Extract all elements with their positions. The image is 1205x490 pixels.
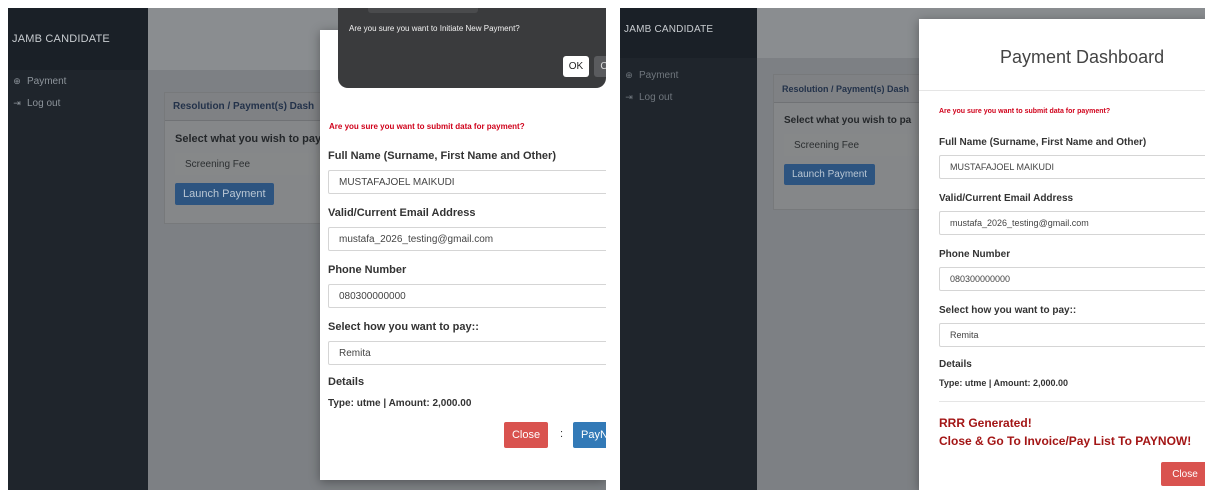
cancel-button[interactable]: C (594, 56, 606, 77)
launch-payment-button[interactable]: Launch Payment (175, 183, 274, 205)
sidebar-item-payment[interactable]: ⊕ Payment (620, 64, 757, 86)
modal-title: Payment Dashboard (1000, 47, 1165, 67)
paynow-instruction-text: Close & Go To Invoice/Pay List To PAYNOW… (939, 434, 1192, 448)
sidebar-item-payment[interactable]: ⊕ Payment (8, 70, 148, 92)
dialog-title-blur (368, 8, 478, 13)
payment-icon: ⊕ (625, 69, 633, 80)
card-title: Resolution / Payment(s) Dash (774, 75, 932, 103)
sidebar-item-label: Log out (639, 91, 673, 103)
full-name-input[interactable]: MUSTAFAJOEL MAIKUDI (939, 155, 1205, 179)
phone-input[interactable]: 080300000000 (939, 267, 1205, 291)
full-name-input[interactable]: MUSTAFAJOEL MAIKUDI (328, 170, 606, 194)
details-divider (939, 401, 1205, 402)
payment-icon: ⊕ (13, 75, 21, 86)
ok-button[interactable]: OK (563, 56, 589, 77)
pay-method-select[interactable]: Remita (939, 323, 1205, 347)
fee-select[interactable]: Screening Fee (784, 134, 922, 156)
button-separator: : (560, 428, 564, 440)
rrr-generated-text: RRR Generated! (939, 416, 1032, 430)
select-question: Select what you wish to pa (784, 115, 912, 126)
details-label: Details (939, 359, 972, 370)
full-name-label: Full Name (Surname, First Name and Other… (328, 150, 556, 162)
confirm-dialog: Are you sure you want to Initiate New Pa… (338, 8, 606, 88)
details-value: Type: utme | Amount: 2,000.00 (328, 398, 472, 409)
sidebar-item-label: Log out (27, 97, 61, 109)
full-name-label: Full Name (Surname, First Name and Other… (939, 137, 1147, 148)
sidebar-item-logout[interactable]: ⇥ Log out (8, 92, 148, 114)
phone-label: Phone Number (328, 264, 407, 276)
app-brand: JAMB CANDIDATE (620, 8, 757, 58)
payment-dashboard-modal: Payment Dashboard Are you sure you want … (919, 19, 1205, 490)
email-input[interactable]: mustafa_2026_testing@gmail.com (328, 227, 606, 251)
sidebar: JAMB CANDIDATE ⊕ Payment ⇥ Log out (8, 8, 148, 490)
details-value: Type: utme | Amount: 2,000.00 (939, 378, 1069, 388)
pay-method-label: Select how you want to pay:: (939, 305, 1077, 316)
sidebar-item-label: Payment (27, 75, 67, 87)
submit-warning: Are you sure you want to submit data for… (329, 122, 525, 131)
app-brand: JAMB CANDIDATE (8, 8, 148, 70)
logout-icon: ⇥ (625, 91, 633, 102)
right-screenshot-panel: JAMB CANDIDATE ⊕ Payment ⇥ Log out Resol… (620, 8, 1205, 490)
pay-method-label: Select how you want to pay:: (328, 321, 479, 333)
close-button[interactable]: Close (1161, 462, 1205, 486)
sidebar: JAMB CANDIDATE ⊕ Payment ⇥ Log out (620, 8, 757, 490)
sidebar-item-label: Payment (639, 69, 679, 81)
phone-input[interactable]: 080300000000 (328, 284, 606, 308)
phone-label: Phone Number (939, 249, 1011, 260)
sidebar-item-logout[interactable]: ⇥ Log out (620, 86, 757, 108)
payment-dashboard-card: Resolution / Payment(s) Dash Select what… (773, 74, 933, 210)
email-label: Valid/Current Email Address (939, 193, 1074, 204)
logout-icon: ⇥ (13, 97, 21, 108)
submit-warning: Are you sure you want to submit data for… (939, 108, 1111, 115)
left-screenshot-panel: JAMB CANDIDATE ⊕ Payment ⇥ Log out Resol… (8, 8, 606, 490)
payment-form-modal: Are you sure you want to submit data for… (320, 30, 606, 480)
paynow-button[interactable]: PayN (573, 422, 606, 448)
pay-method-select[interactable]: Remita (328, 341, 606, 365)
details-label: Details (328, 376, 365, 388)
email-input[interactable]: mustafa_2026_testing@gmail.com (939, 211, 1205, 235)
email-label: Valid/Current Email Address (328, 207, 476, 219)
close-button[interactable]: Close (504, 422, 548, 448)
confirm-message: Are you sure you want to Initiate New Pa… (349, 24, 520, 33)
launch-payment-button[interactable]: Launch Payment (784, 164, 876, 185)
title-divider (919, 90, 1205, 91)
